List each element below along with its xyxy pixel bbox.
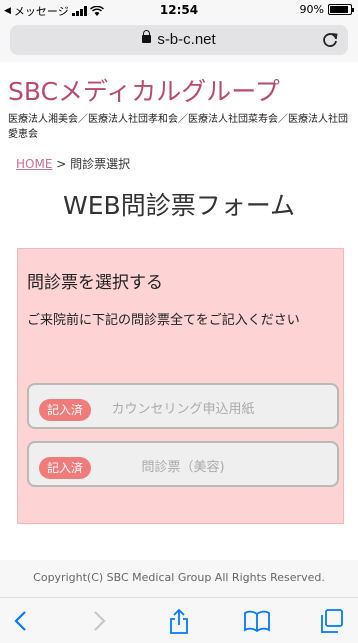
affiliates-text: 医療法人湘美会／医療法人社団孝和会／医療法人社団菜寿会／医療法人社団愛恵会 [8,114,348,140]
address-bar[interactable]: s-b-c.net [10,25,348,55]
battery-percent: 90% [299,3,324,16]
counseling-form-button[interactable]: カウンセリング申込用紙 記入済 [27,383,339,429]
page-title: WEB問診票フォーム [63,191,295,220]
questionnaire-panel: 問診票を選択する ご来院前に下記の問診票全てをご記入ください カウンセリング申込… [17,248,344,524]
browser-toolbar [0,597,358,643]
completed-badge: 記入済 [39,399,92,421]
back-icon[interactable] [8,607,36,635]
share-icon[interactable] [165,607,193,635]
beauty-questionnaire-button[interactable]: 問診票（美容) 記入済 [27,441,339,487]
panel-description: ご来院前に下記の問診票全てをご記入ください [27,313,300,328]
battery-icon [328,4,354,15]
url-text: s-b-c.net [157,31,216,48]
copyright-text: Copyright(C) SBC Medical Group All Right… [33,571,325,584]
completed-badge: 記入済 [39,457,92,479]
panel-title: 問診票を選択する [27,273,163,293]
forward-icon[interactable] [84,607,112,635]
footer: Copyright(C) SBC Medical Group All Right… [0,560,358,597]
breadcrumb-current: 問診票選択 [70,157,131,171]
address-bar-area: s-b-c.net [0,20,358,62]
reload-icon[interactable] [320,30,340,50]
breadcrumb: HOME > 問診票選択 [16,155,130,172]
status-bar: ◀ メッセージ 12:54 90% [0,0,358,20]
site-logo-title[interactable]: SBCメディカルグループ [8,72,280,108]
bookmarks-icon[interactable] [243,607,271,635]
lock-icon [142,30,152,44]
breadcrumb-home-link[interactable]: HOME [16,157,52,171]
breadcrumb-separator: > [56,157,67,171]
url-display[interactable]: s-b-c.net [10,30,348,48]
status-right: 90% [299,3,354,16]
tabs-icon[interactable] [318,607,346,635]
